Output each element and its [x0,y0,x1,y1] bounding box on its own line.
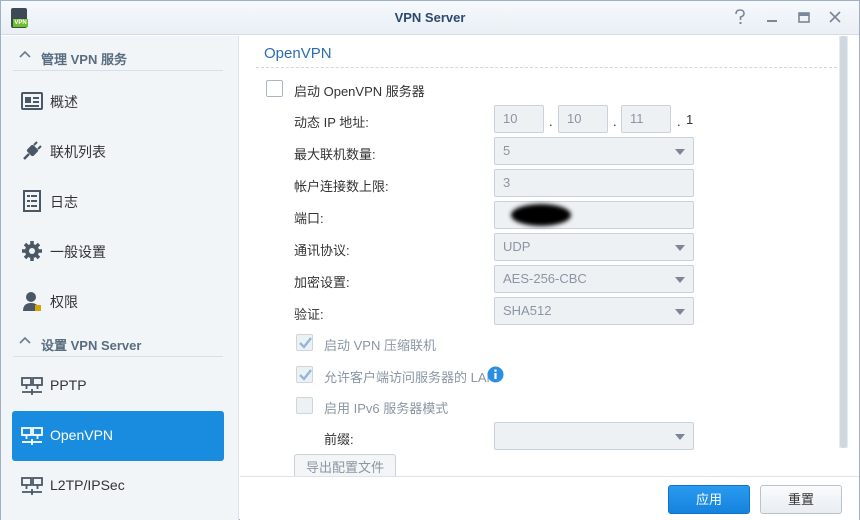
sidebar-item-log[interactable]: 日志 [12,176,224,226]
chevron-down-icon [675,309,685,315]
dynamic-ip-label: 动态 IP 地址: [294,115,369,130]
allow-lan-checkbox[interactable] [296,366,313,383]
sidebar-item-label: OpenVPN [50,427,114,443]
enable-openvpn-label: 启动 OpenVPN 服务器 [294,84,425,99]
title-bar[interactable]: VPN VPN Server [1,1,859,35]
select-value: SHA512 [503,303,552,318]
help-icon[interactable] [731,9,749,27]
scrollbar[interactable] [839,36,848,448]
gear-icon [22,241,42,261]
auth-select[interactable]: SHA512 [494,297,694,325]
chevron-up-icon [19,50,31,58]
redacted-port-mark [511,204,571,226]
sidebar-item-label: 一般设置 [50,244,106,260]
sidebar-item-overview[interactable]: 概述 [12,76,224,126]
checkmark-icon [299,369,312,381]
sidebar-item-label: PPTP [50,377,87,393]
protocol-label: 通讯协议: [294,243,350,258]
prefix-select[interactable] [494,422,694,450]
ip-octet-1-input[interactable]: 10 [494,105,544,133]
openvpn-settings-panel: OpenVPN 启动 OpenVPN 服务器 动态 IP 地址: 10 . 10… [256,36,853,476]
encryption-select[interactable]: AES-256-CBC [494,265,694,293]
chevron-down-icon [675,245,685,251]
ip-dot: . [677,114,681,129]
divider [256,67,837,68]
main-content: OpenVPN 启动 OpenVPN 服务器 动态 IP 地址: 10 . 10… [240,36,859,520]
network-icon [21,427,43,445]
account-limit-input[interactable]: 3 [494,169,694,197]
chevron-down-icon [675,277,685,283]
ip-octet-4-value: 1 [686,112,694,127]
chevron-down-icon [675,434,685,440]
sidebar-item-label: L2TP/IPSec [50,477,125,493]
sidebar-item-label: 联机列表 [50,144,106,160]
sidebar-item-connections[interactable]: 联机列表 [12,126,224,176]
plug-icon [23,141,42,160]
checkmark-icon [299,337,312,349]
sidebar: 管理 VPN 服务 概述 联机列表 日志 一般设置 权限 设置 VPN Serv… [1,36,239,520]
sidebar-item-pptp[interactable]: PPTP [12,361,224,411]
chevron-up-icon [19,336,31,344]
apply-button[interactable]: 应用 [668,485,750,514]
scrollbar-thumb[interactable] [840,36,847,448]
vpn-compression-label: 启动 VPN 压缩联机 [324,338,436,353]
ipv6-server-mode-checkbox[interactable] [296,397,313,414]
ip-dot: . [549,114,553,129]
prefix-label: 前缀: [324,432,354,447]
maximize-icon[interactable] [795,9,813,27]
max-connections-label: 最大联机数量: [294,147,376,162]
footer-bar: 应用 重置 [240,476,859,520]
sidebar-item-label: 日志 [50,194,78,210]
reset-button[interactable]: 重置 [760,485,842,514]
max-connections-select[interactable]: 5 [494,137,694,165]
encryption-label: 加密设置: [294,275,350,290]
export-config-button[interactable]: 导出配置文件 [294,454,396,476]
section-label: 设置 VPN Server [41,338,142,353]
protocol-select[interactable]: UDP [494,233,694,261]
ip-octet-2-input[interactable]: 10 [558,105,608,133]
sidebar-item-label: 概述 [50,94,78,110]
user-icon [23,292,41,311]
overview-icon [21,92,43,110]
select-value: UDP [503,239,531,254]
sidebar-item-general-settings[interactable]: 一般设置 [12,226,224,276]
info-icon[interactable] [487,366,504,383]
section-label: 管理 VPN 服务 [41,52,127,67]
chevron-down-icon [675,149,685,155]
port-label: 端口: [294,211,324,226]
section-manage-vpn[interactable]: 管理 VPN 服务 [13,45,223,71]
network-icon [21,377,43,395]
allow-lan-label: 允许客户端访问服务器的 LAN [324,370,496,385]
vpn-server-window: VPN VPN Server 管理 VPN 服务 概述 联机列表 日志 一般设置… [0,0,860,520]
account-limit-label: 帐户连接数上限: [294,179,389,194]
vpn-compression-checkbox[interactable] [296,334,313,351]
enable-openvpn-checkbox[interactable] [266,80,283,97]
section-setup-vpn-server[interactable]: 设置 VPN Server [13,331,223,357]
close-icon[interactable] [826,9,844,27]
select-value: AES-256-CBC [503,271,587,286]
ipv6-server-mode-label: 启用 IPv6 服务器模式 [324,401,449,416]
sidebar-item-openvpn[interactable]: OpenVPN [12,411,224,461]
log-icon [23,190,41,212]
auth-label: 验证: [294,307,324,322]
ip-dot: . [613,114,617,129]
ip-octet-3-input[interactable]: 11 [621,105,671,133]
sidebar-item-permissions[interactable]: 权限 [12,276,224,326]
minimize-icon[interactable] [763,9,781,27]
network-icon [21,477,43,495]
panel-title: OpenVPN [264,45,332,62]
select-value: 5 [503,143,511,158]
sidebar-item-label: 权限 [50,294,78,310]
sidebar-item-l2tp-ipsec[interactable]: L2TP/IPSec [12,461,224,511]
